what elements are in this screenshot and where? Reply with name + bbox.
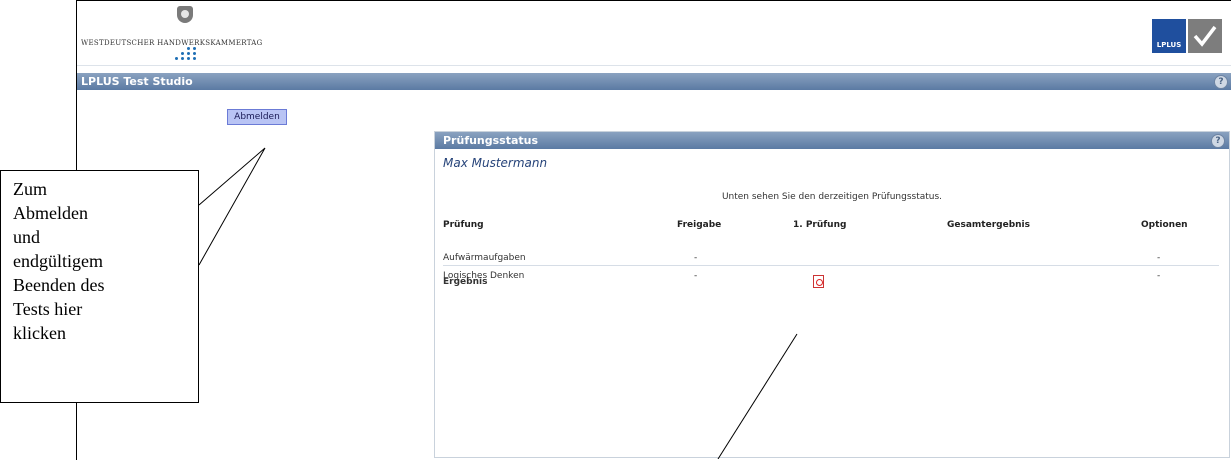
callout-line: und (13, 227, 40, 247)
callout-line: Zum (13, 179, 47, 199)
callout-line: Beenden des (13, 275, 105, 295)
callout-line: klicken (13, 323, 66, 343)
annotation-callout: Zum Abmelden und endgültigem Beenden des… (0, 170, 199, 403)
callout-line: Tests hier (13, 299, 83, 319)
callout-line: Abmelden (13, 203, 88, 223)
callout-line: endgültigem (13, 251, 103, 271)
